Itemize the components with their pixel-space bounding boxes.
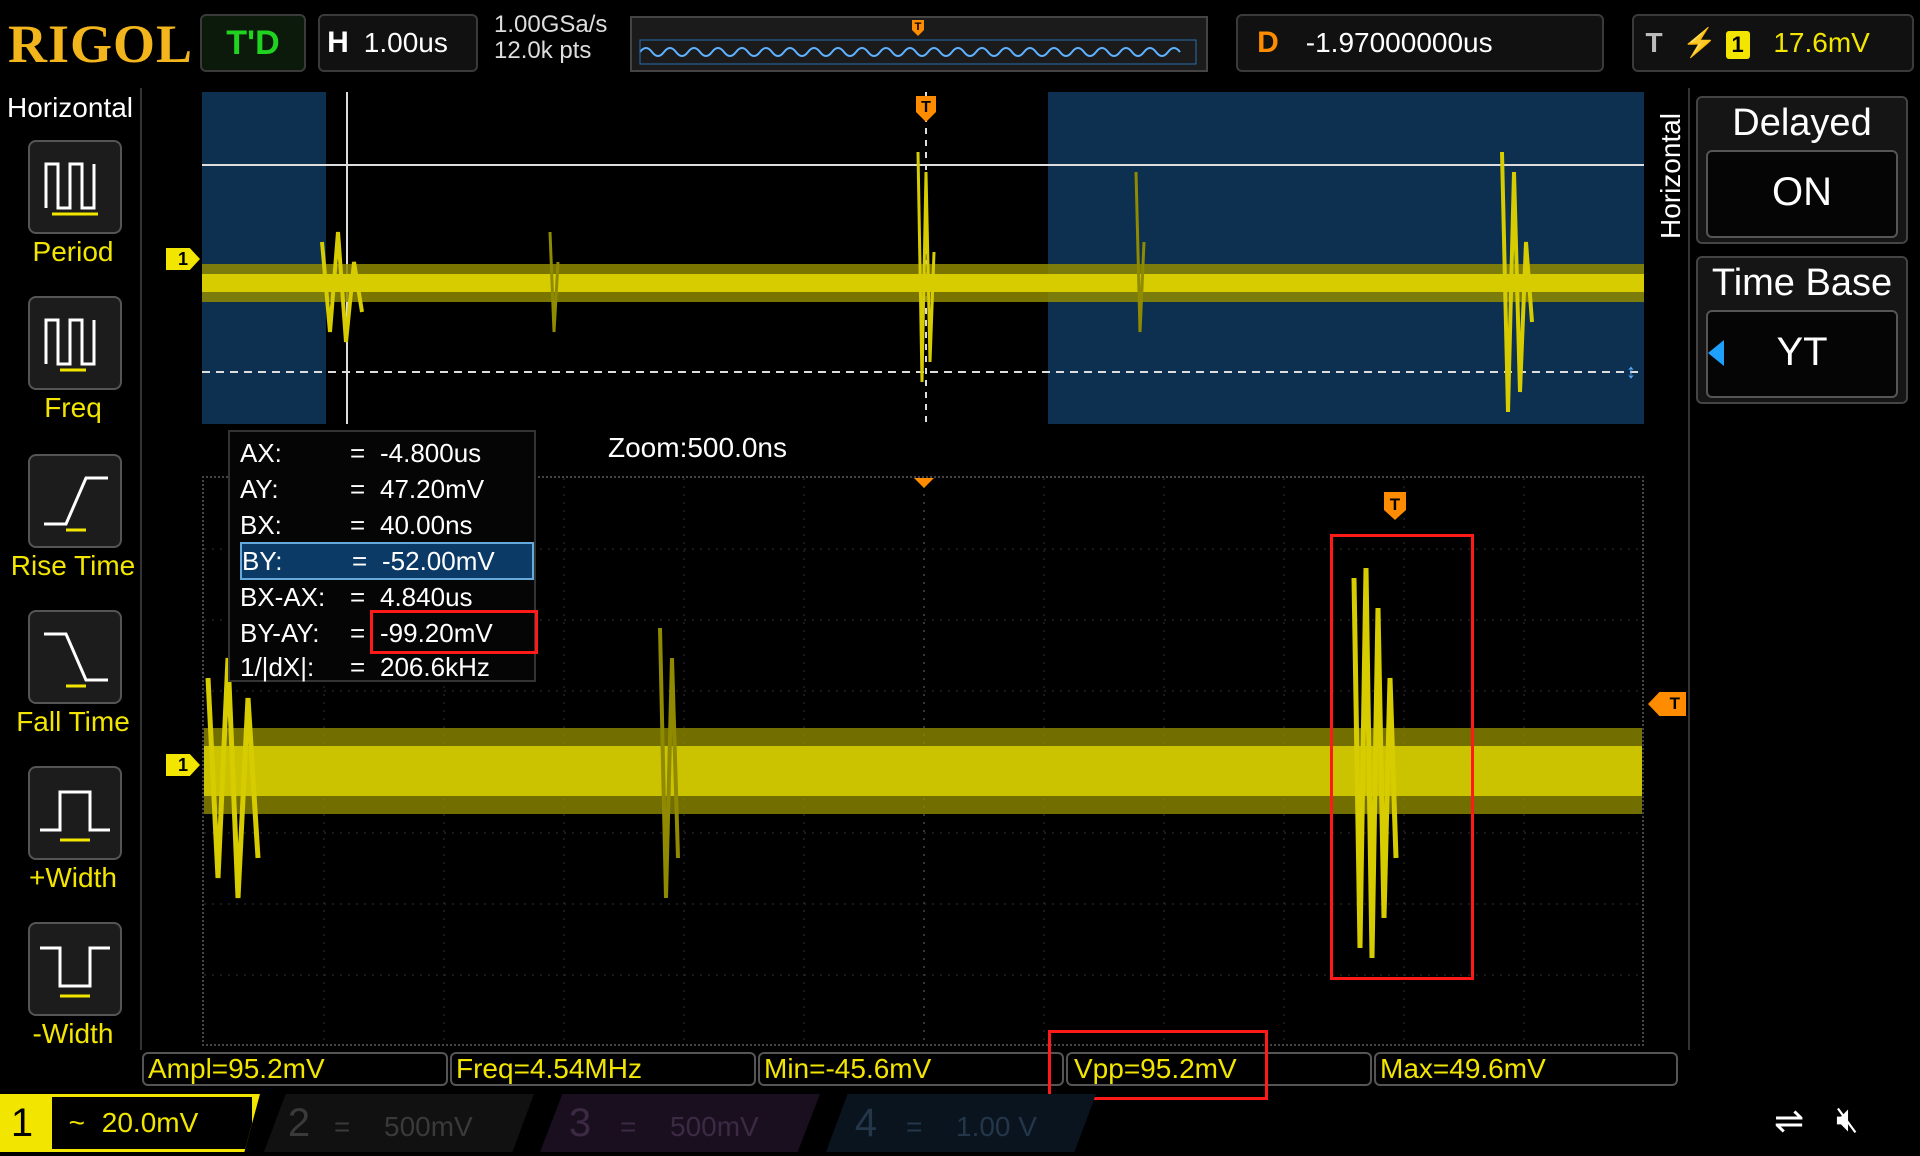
speaker-mute-icon[interactable]: 🔇︎ — [1836, 1098, 1859, 1141]
horizontal-key: H — [327, 26, 349, 59]
measure-min[interactable]: Min=-45.6mV — [758, 1052, 1064, 1086]
zoom-trigger-marker[interactable]: T — [1384, 492, 1406, 520]
ch1-marker-main[interactable]: 1 — [166, 248, 200, 270]
main-waveform-plot: T ↕ — [202, 92, 1644, 424]
delay-value: -1.97000000us — [1305, 27, 1493, 58]
svg-text:T: T — [915, 21, 922, 33]
ch3-number: 3 — [568, 1101, 592, 1145]
overview-trigger-marker: T — [912, 20, 924, 36]
period-icon — [44, 162, 98, 216]
time-base-value: YT — [1706, 310, 1898, 398]
run-state-badge[interactable]: T'D — [200, 14, 306, 72]
zoom-center-marker — [914, 478, 934, 488]
overview-waveform: T — [639, 20, 1197, 65]
trigger-edge-icon: ⚡ — [1682, 27, 1718, 58]
ch1-marker-zoom[interactable]: 1 — [166, 754, 200, 776]
horizontal-vertical-label: Horizontal — [1655, 112, 1686, 240]
ch2-number: 2 — [287, 1101, 311, 1145]
cursor-row-ax: AX: = -4.800us — [240, 438, 482, 468]
ch2-status[interactable]: 2 = 500mV — [264, 1094, 534, 1152]
memory-depth: 12.0k pts — [494, 37, 592, 64]
trigger-box[interactable]: T ⚡ 1 17.6mV — [1632, 14, 1914, 72]
delay-key: D — [1257, 26, 1279, 59]
trigger-key: T — [1645, 27, 1663, 58]
delayed-value: ON — [1706, 150, 1898, 238]
freq-button[interactable] — [28, 296, 122, 390]
delta-y-highlight-box — [370, 610, 538, 654]
acquisition-info: 1.00GSa/s 12.0k pts — [494, 12, 634, 64]
svg-text:T: T — [1390, 495, 1401, 514]
ch1-number: 1 — [10, 1101, 34, 1145]
cursor-b-arrow-icon: ↕ — [1626, 361, 1636, 383]
pos-width-button[interactable] — [28, 766, 122, 860]
horizontal-timebase-box[interactable]: H 1.00us — [318, 14, 478, 72]
delay-box[interactable]: D -1.97000000us — [1236, 14, 1604, 72]
cursor-row-by[interactable]: BY: = -52.00mV — [240, 542, 534, 580]
cursor-row-bx-ax: BX-AX: = 4.840us — [240, 582, 473, 612]
measure-freq[interactable]: Freq=4.54MHz — [450, 1052, 756, 1086]
rigol-logo: RIGOL — [8, 14, 194, 74]
ch1-scale: 20.0mV — [101, 1107, 199, 1138]
sample-rate: 1.00GSa/s — [494, 11, 608, 38]
freq-label: Freq — [44, 392, 102, 423]
usb-icon: ⇌ — [1774, 1100, 1805, 1141]
delayed-title: Delayed — [1732, 102, 1872, 144]
ch4-coupling-icon: = — [906, 1111, 923, 1142]
rise-time-icon — [44, 476, 108, 532]
fall-time-icon — [44, 632, 108, 688]
pos-width-label: +Width — [29, 862, 117, 893]
rise-time-button[interactable] — [28, 454, 122, 548]
delayed-button[interactable]: Delayed ON — [1696, 96, 1908, 244]
ch3-scale: 500mV — [670, 1111, 759, 1142]
cursor-row-bx: BX: = 40.00ns — [240, 510, 473, 540]
fall-time-button[interactable] — [28, 610, 122, 704]
trigger-position-marker[interactable]: T — [916, 96, 936, 122]
left-arrow-icon — [1708, 340, 1724, 366]
ch3-coupling-icon: = — [620, 1111, 637, 1142]
pos-width-icon — [40, 790, 110, 842]
ch4-status[interactable]: 4 = 1.00 V — [826, 1094, 1096, 1152]
measure-max[interactable]: Max=49.6mV — [1374, 1052, 1678, 1086]
memory-overview-strip: T — [630, 16, 1208, 72]
zoom-label: Zoom:500.0ns — [608, 432, 787, 463]
trigger-source-badge: 1 — [1725, 30, 1750, 59]
pulse-highlight-box — [1330, 534, 1474, 980]
measure-ampl[interactable]: Ampl=95.2mV — [142, 1052, 448, 1086]
cursor-row-inv-dx: 1/|dX|: = 206.6kHz — [240, 652, 490, 682]
cursor-row-ay: AY: = 47.20mV — [240, 474, 485, 504]
neg-width-icon — [40, 946, 110, 998]
ch1-coupling-icon: ~ — [68, 1107, 85, 1138]
rise-time-label: Rise Time — [10, 550, 136, 581]
ch1-status[interactable]: 1 ~20.0mV — [0, 1094, 260, 1152]
trigger-level-marker[interactable]: T — [1648, 692, 1686, 716]
neg-width-label: -Width — [32, 1018, 114, 1049]
ch1-scale-box: ~20.0mV — [51, 1097, 252, 1149]
ch2-scale: 500mV — [384, 1111, 473, 1142]
period-button[interactable] — [28, 140, 122, 234]
neg-width-button[interactable] — [28, 922, 122, 1016]
timebase-value: 1.00us — [363, 27, 448, 58]
ch4-number: 4 — [854, 1101, 878, 1145]
trigger-level: 17.6mV — [1773, 27, 1870, 58]
svg-text:T: T — [921, 99, 931, 116]
delayed-shade-left — [202, 92, 326, 424]
ch3-status[interactable]: 3 = 500mV — [540, 1094, 820, 1152]
main-timebase-window[interactable]: T ↕ — [202, 92, 1644, 424]
vpp-highlight-box — [1048, 1030, 1268, 1100]
fall-time-label: Fall Time — [16, 706, 130, 737]
ch2-coupling-icon: = — [334, 1111, 351, 1142]
ch4-scale: 1.00 V — [956, 1111, 1037, 1142]
left-menu-title: Horizontal — [6, 92, 134, 123]
freq-icon — [44, 318, 96, 372]
time-base-button[interactable]: Time Base YT — [1696, 256, 1908, 404]
time-base-title: Time Base — [1711, 262, 1893, 304]
period-label: Period — [32, 236, 114, 267]
